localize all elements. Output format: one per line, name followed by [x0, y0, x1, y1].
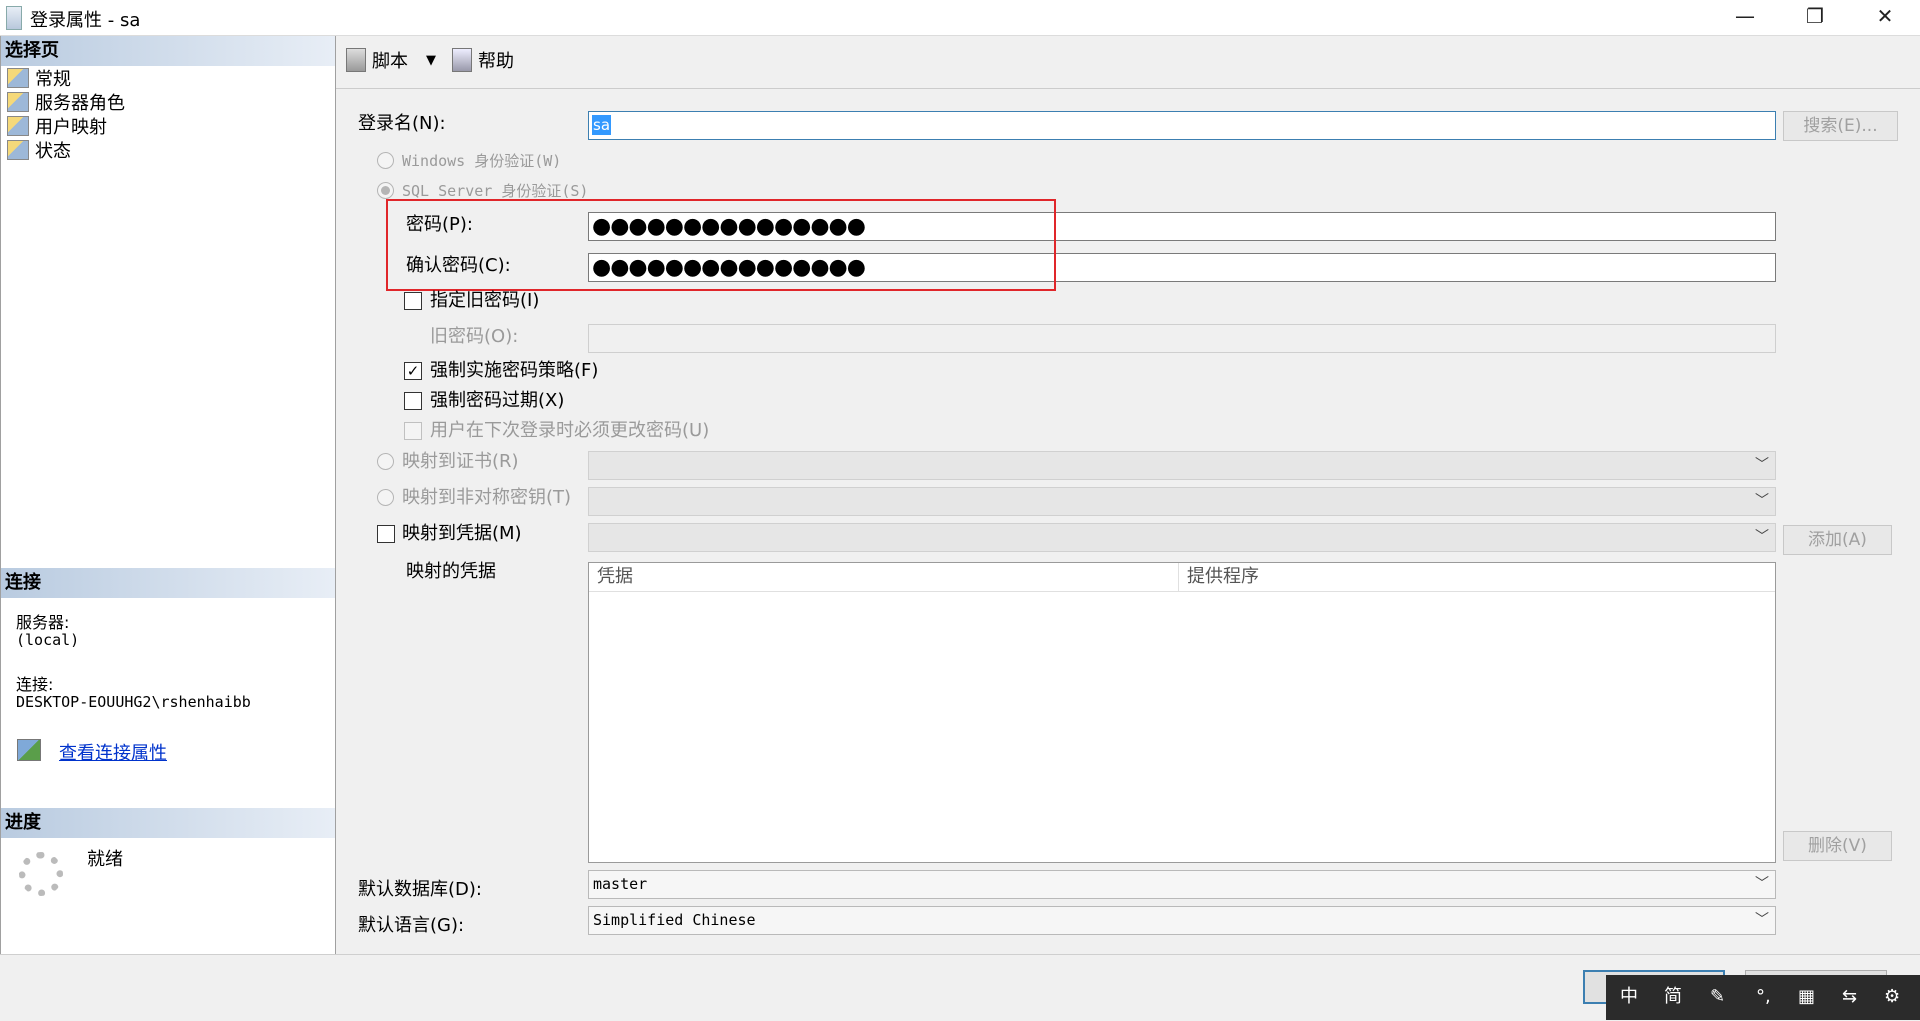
progress-spinner-icon [19, 852, 63, 896]
connection-properties-icon [17, 739, 41, 761]
view-connection-properties-link[interactable]: 查看连接属性 [59, 739, 167, 765]
remove-button[interactable]: 删除(V) [1783, 831, 1892, 861]
ime-toggle-icon[interactable]: ⇆ [1842, 985, 1857, 1009]
map-asym-key-label: 映射到非对称密钥(T) [402, 487, 572, 508]
highlight-box [386, 199, 1056, 291]
default-language-label: 默认语言(G): [358, 915, 465, 936]
script-dropdown-chevron-icon[interactable]: ▼ [426, 48, 436, 74]
page-item-label: 常规 [35, 69, 71, 90]
login-name-value: sa [592, 115, 612, 135]
column-header-credential[interactable]: 凭据 [589, 563, 1179, 591]
progress-header: 进度 [1, 808, 335, 838]
map-asym-key-radio[interactable] [377, 489, 394, 506]
enforce-policy-checkbox[interactable]: ✓ [404, 362, 422, 380]
default-database-value: master [593, 875, 648, 893]
ime-charset-toggle[interactable]: 简 [1664, 985, 1682, 1009]
map-certificate-label: 映射到证书(R) [402, 451, 519, 472]
page-icon [7, 92, 29, 112]
page-item-user-mapping[interactable]: 用户映射 [7, 116, 107, 140]
ime-toolbar: 中 简 ✎ °, ▦ ⇆ ⚙ [1606, 975, 1920, 1020]
toolbar: 脚本 ▼ 帮助 [336, 36, 1920, 89]
chevron-down-icon: ﹀ [1755, 457, 1769, 473]
add-button[interactable]: 添加(A) [1783, 525, 1892, 555]
enforce-expiration-label: 强制密码过期(X) [430, 390, 565, 411]
asym-key-select[interactable]: ﹀ [588, 487, 1776, 516]
map-credential-label: 映射到凭据(M) [402, 523, 522, 544]
connection-label: 连接: [16, 675, 54, 694]
ime-brush-icon[interactable]: ✎ [1710, 985, 1725, 1009]
help-label: 帮助 [478, 51, 514, 72]
old-password-input[interactable] [588, 324, 1776, 353]
credential-select[interactable]: ﹀ [588, 523, 1776, 552]
help-button[interactable]: 帮助 [452, 48, 514, 74]
page-item-server-roles[interactable]: 服务器角色 [7, 92, 125, 116]
close-button[interactable]: ✕ [1850, 0, 1920, 35]
select-page-header: 选择页 [1, 36, 335, 66]
database-icon [6, 6, 22, 30]
title-bar: 登录属性 - sa — ❐ ✕ [0, 0, 1920, 36]
windows-auth-label: Windows 身份验证(W) [402, 152, 562, 170]
column-header-provider[interactable]: 提供程序 [1179, 563, 1775, 591]
help-icon [452, 48, 472, 72]
must-change-label: 用户在下次登录时必须更改密码(U) [430, 420, 710, 441]
script-icon [346, 48, 366, 72]
page-item-general[interactable]: 常规 [7, 68, 71, 92]
login-name-label: 登录名(N): [358, 113, 446, 134]
page-item-label: 服务器角色 [35, 93, 125, 114]
connection-value: DESKTOP-EOUUHG2\rshenhaibb [16, 693, 251, 711]
ime-keyboard-icon[interactable]: ▦ [1798, 985, 1815, 1009]
search-button[interactable]: 搜索(E)... [1783, 111, 1898, 141]
page-item-label: 用户映射 [35, 117, 107, 138]
mapped-credentials-grid[interactable]: 凭据 提供程序 [588, 562, 1776, 863]
chevron-down-icon: ﹀ [1755, 529, 1769, 545]
must-change-checkbox[interactable] [404, 422, 422, 440]
enforce-expiration-checkbox[interactable] [404, 392, 422, 410]
script-button[interactable]: 脚本 [346, 48, 408, 74]
server-value: (local) [16, 631, 80, 649]
map-credential-checkbox[interactable] [377, 525, 395, 543]
ime-punctuation-icon[interactable]: °, [1756, 985, 1771, 1009]
restore-button[interactable]: ❐ [1780, 0, 1850, 35]
map-certificate-radio[interactable] [377, 453, 394, 470]
chevron-down-icon: ﹀ [1755, 493, 1769, 509]
mapped-credentials-label: 映射的凭据 [406, 561, 496, 582]
default-database-select[interactable]: master ﹀ [588, 870, 1776, 899]
minimize-button[interactable]: — [1710, 0, 1780, 35]
ime-mode-toggle[interactable]: 中 [1620, 985, 1638, 1009]
page-item-label: 状态 [35, 141, 71, 162]
progress-status: 就绪 [87, 849, 123, 870]
certificate-select[interactable]: ﹀ [588, 451, 1776, 480]
left-panel: 选择页 常规 服务器角色 用户映射 状态 连接 服务器: (local) 连接:… [0, 36, 336, 954]
default-language-select[interactable]: Simplified Chinese ﹀ [588, 906, 1776, 935]
specify-old-password-label: 指定旧密码(I) [430, 290, 540, 311]
server-label: 服务器: [16, 613, 70, 632]
windows-auth-radio[interactable] [377, 152, 394, 169]
chevron-down-icon: ﹀ [1755, 876, 1769, 892]
page-icon [7, 68, 29, 88]
script-label: 脚本 [372, 51, 408, 72]
page-icon [7, 116, 29, 136]
sql-auth-radio[interactable] [377, 182, 394, 199]
default-language-value: Simplified Chinese [593, 911, 756, 929]
connection-header: 连接 [1, 568, 335, 598]
chevron-down-icon: ﹀ [1755, 912, 1769, 928]
page-item-status[interactable]: 状态 [7, 140, 71, 164]
grid-header: 凭据 提供程序 [589, 563, 1775, 592]
specify-old-password-checkbox[interactable] [404, 292, 422, 310]
old-password-label: 旧密码(O): [430, 326, 519, 347]
window-title: 登录属性 - sa [30, 10, 141, 31]
default-database-label: 默认数据库(D): [358, 879, 482, 900]
page-icon [7, 140, 29, 160]
ime-settings-icon[interactable]: ⚙ [1884, 985, 1900, 1009]
enforce-policy-label: 强制实施密码策略(F) [430, 360, 599, 381]
login-name-input[interactable]: sa [588, 111, 1776, 140]
